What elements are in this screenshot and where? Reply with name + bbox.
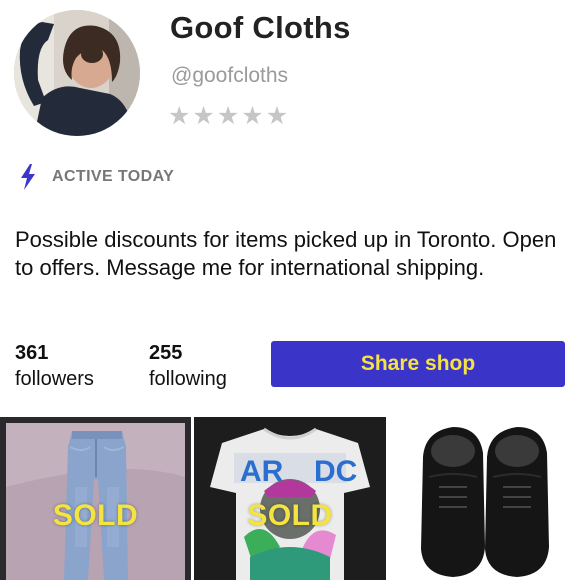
star-icon: ★ <box>192 102 215 130</box>
followers-stat[interactable]: 361 followers <box>15 340 94 392</box>
lightning-bolt-icon <box>21 164 35 190</box>
svg-text:DC: DC <box>314 455 357 488</box>
star-icon: ★ <box>265 102 289 130</box>
activity-status: ACTIVE TODAY <box>20 164 174 190</box>
share-shop-button[interactable]: Share shop <box>271 341 565 387</box>
shop-bio: Possible discounts for items picked up i… <box>15 227 557 280</box>
star-rating: ★ ★ ★ ★ ★ <box>168 101 288 131</box>
followers-count: 361 <box>15 342 49 364</box>
listing-black-leather-shoes[interactable] <box>389 417 580 580</box>
activity-label: ACTIVE TODAY <box>52 168 175 185</box>
shop-name: Goof Cloths <box>170 10 351 45</box>
star-icon: ★ <box>241 102 264 130</box>
followers-label: followers <box>15 368 94 390</box>
following-stat[interactable]: 255 following <box>149 340 227 392</box>
shoes-photo <box>389 417 580 580</box>
sold-badge: SOLD <box>247 499 333 532</box>
listing-jeans[interactable]: SOLD <box>0 417 191 580</box>
sold-badge: SOLD <box>52 499 139 532</box>
shop-avatar[interactable] <box>14 10 140 136</box>
listing-graphic-t-shirt[interactable]: AR DC SOLD <box>194 417 386 580</box>
following-count: 255 <box>149 342 183 364</box>
avatar-photo <box>14 10 140 136</box>
following-label: following <box>149 368 227 390</box>
shop-handle: @goofcloths <box>171 64 289 87</box>
star-icon: ★ <box>216 102 240 130</box>
star-icon: ★ <box>168 102 191 130</box>
